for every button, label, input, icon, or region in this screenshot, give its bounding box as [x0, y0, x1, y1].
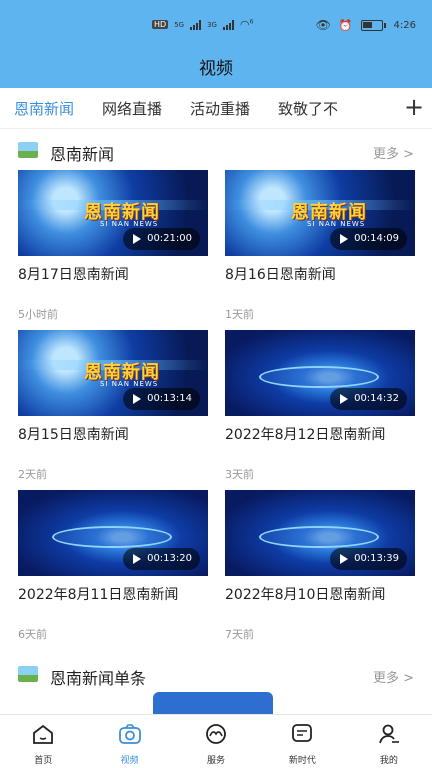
- video-time: 6天前: [18, 628, 47, 641]
- video-title[interactable]: 2022年8月11日恩南新闻: [18, 584, 208, 604]
- tab-replay[interactable]: 活动重播: [190, 98, 250, 119]
- nav-mine[interactable]: 我的: [346, 715, 432, 768]
- video-time: 3天前: [225, 468, 254, 481]
- status-bar: HD 5G 3G ◠6 👁 ⏰ 4:26: [0, 16, 432, 36]
- video-title[interactable]: 8月16日恩南新闻: [225, 264, 415, 284]
- nav-label: 新时代: [288, 756, 316, 766]
- video-time: 7天前: [225, 628, 254, 641]
- app-header: HD 5G 3G ◠6 👁 ⏰ 4:26 视频: [0, 0, 432, 88]
- nav-home[interactable]: 首页: [0, 715, 86, 768]
- duration-badge: 00:14:09: [330, 228, 407, 250]
- nav-service[interactable]: 服务: [173, 715, 259, 768]
- clock: 4:26: [393, 19, 416, 31]
- section-title: 恩南新闻单条: [50, 669, 147, 688]
- video-card[interactable]: 恩南新闻 SI NAN NEWS 00:14:09 8月16日恩南新闻 1天前: [225, 170, 415, 322]
- video-time: 5小时前: [18, 308, 58, 321]
- user-icon: [378, 724, 399, 744]
- section-title: 恩南新闻: [50, 145, 115, 164]
- tab-live[interactable]: 网络直播: [102, 98, 162, 119]
- section-header: 恩南新闻 更多 >: [0, 136, 432, 166]
- thumbnail-logo-sub: SI NAN NEWS: [307, 220, 366, 228]
- video-card[interactable]: 00:14:32 2022年8月12日恩南新闻 3天前: [225, 330, 415, 482]
- video-thumbnail[interactable]: 恩南新闻 SI NAN NEWS 00:14:09: [225, 170, 415, 256]
- video-card[interactable]: 00:13:39 2022年8月10日恩南新闻 7天前: [225, 490, 415, 642]
- nav-video[interactable]: 视频: [86, 715, 172, 768]
- video-time: 1天前: [225, 308, 254, 321]
- image-icon: [18, 142, 38, 158]
- duration-badge: 00:21:00: [123, 228, 200, 250]
- section-header: 恩南新闻单条 更多 >: [0, 660, 432, 690]
- video-thumbnail[interactable]: 00:13:39: [225, 490, 415, 576]
- nav-new-era[interactable]: 新时代: [259, 715, 345, 768]
- thumbnail-logo-sub: SI NAN NEWS: [100, 380, 159, 388]
- video-thumbnail[interactable]: 00:14:32: [225, 330, 415, 416]
- chat-icon: [292, 724, 313, 742]
- video-title[interactable]: 2022年8月10日恩南新闻: [225, 584, 415, 604]
- video-time: 2天前: [18, 468, 47, 481]
- camera-icon: [118, 724, 141, 744]
- home-icon: [33, 724, 54, 744]
- video-card[interactable]: 恩南新闻 SI NAN NEWS 00:13:14 8月15日恩南新闻 2天前: [18, 330, 208, 482]
- signal-icon-2: [222, 19, 234, 30]
- duration-badge: 00:13:20: [123, 548, 200, 570]
- video-thumbnail[interactable]: 恩南新闻 SI NAN NEWS 00:13:14: [18, 330, 208, 416]
- video-title[interactable]: 8月17日恩南新闻: [18, 264, 208, 284]
- battery-icon: [360, 19, 383, 31]
- more-link[interactable]: 更多 >: [373, 667, 414, 686]
- video-card[interactable]: 00:13:20 2022年8月11日恩南新闻 6天前: [18, 490, 208, 642]
- alarm-icon: ⏰: [338, 18, 353, 32]
- hd-badge: HD: [152, 20, 169, 29]
- nav-label: 视频: [120, 756, 139, 766]
- eye-icon: 👁: [315, 18, 331, 32]
- studio-disc: [52, 526, 172, 548]
- nav-label: 我的: [379, 756, 398, 766]
- duration-badge: 00:13:14: [123, 388, 200, 410]
- duration-badge: 00:14:32: [330, 388, 407, 410]
- nav-label: 服务: [207, 756, 226, 766]
- nav-label: 首页: [34, 756, 53, 766]
- signal-icon: [190, 19, 202, 30]
- studio-disc: [259, 366, 379, 388]
- service-icon: [206, 724, 226, 744]
- signal-5g-label: 5G: [174, 20, 185, 29]
- signal-3g-label: 3G: [207, 20, 217, 29]
- category-tabs: 恩南新闻 网络直播 活动重播 致敬了不 +: [0, 88, 432, 128]
- thumbnail-logo-sub: SI NAN NEWS: [100, 220, 159, 228]
- image-icon: [18, 666, 38, 682]
- add-tab-button[interactable]: +: [396, 88, 432, 128]
- video-thumbnail[interactable]: 恩南新闻 SI NAN NEWS 00:21:00: [18, 170, 208, 256]
- video-title[interactable]: 8月15日恩南新闻: [18, 424, 208, 444]
- wifi-icon: ◠6: [239, 18, 254, 31]
- video-title[interactable]: 2022年8月12日恩南新闻: [225, 424, 415, 444]
- divider: [0, 128, 432, 129]
- video-card[interactable]: 恩南新闻 SI NAN NEWS 00:21:00 8月17日恩南新闻 5小时前: [18, 170, 208, 322]
- tab-tribute[interactable]: 致敬了不: [278, 98, 338, 119]
- studio-disc: [259, 526, 379, 548]
- video-thumbnail[interactable]: [153, 692, 273, 714]
- page-title: 视频: [199, 59, 233, 79]
- duration-badge: 00:13:39: [330, 548, 407, 570]
- more-link[interactable]: 更多 >: [373, 143, 414, 162]
- bottom-nav: 首页 视频 服务 新时代 我的: [0, 714, 432, 768]
- video-thumbnail[interactable]: 00:13:20: [18, 490, 208, 576]
- tab-sinan-news[interactable]: 恩南新闻: [14, 98, 74, 119]
